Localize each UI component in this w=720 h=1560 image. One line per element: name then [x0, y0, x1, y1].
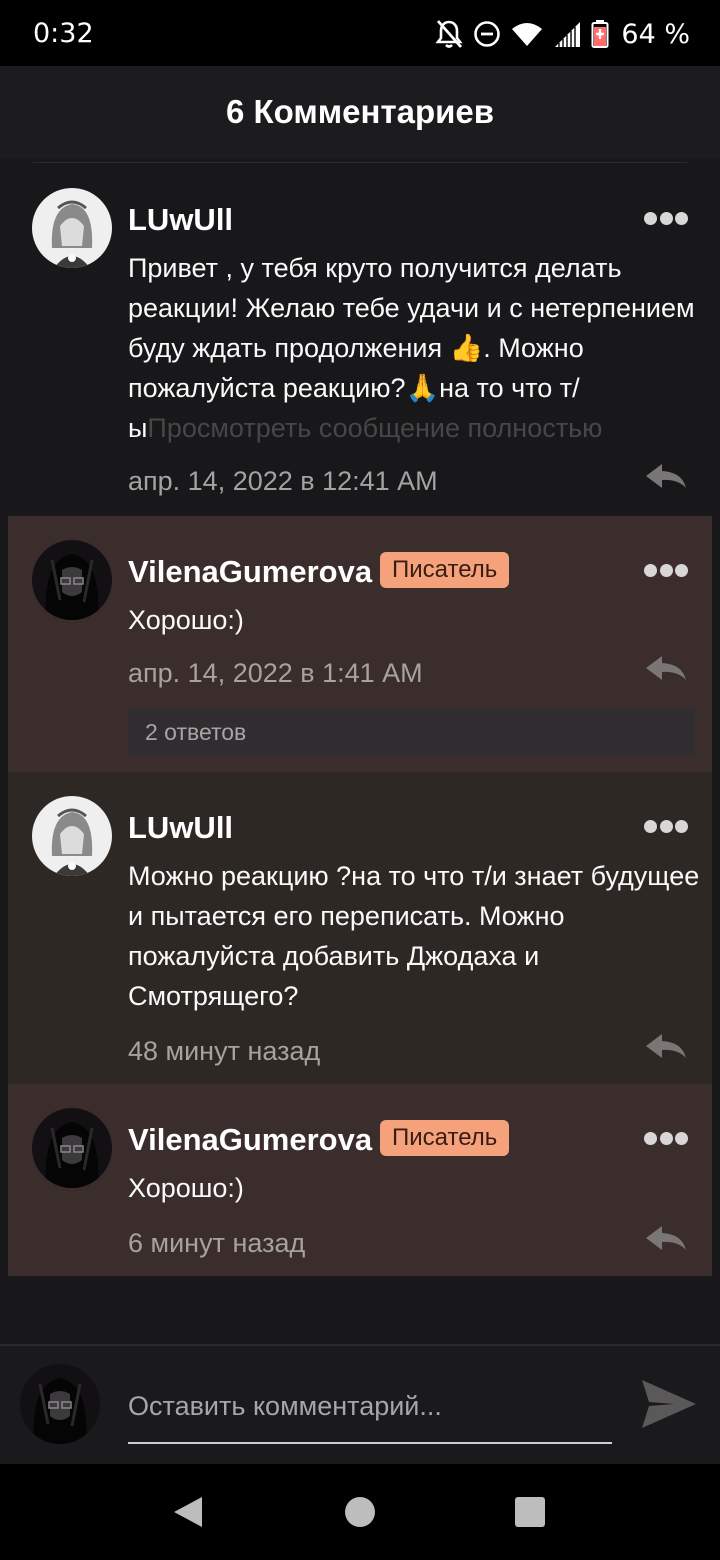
my-avatar: [20, 1364, 100, 1444]
avatar[interactable]: [32, 188, 112, 268]
avatar[interactable]: [32, 1108, 112, 1188]
battery-percentage: 64 %: [621, 18, 690, 50]
comment-item: LUwUll Можно реакцию ?на то что т/и знае…: [8, 772, 712, 1084]
status-time: 0:32: [33, 18, 94, 49]
wifi-icon: [512, 23, 543, 46]
comment-time: апр. 14, 2022 в 1:41 AM: [128, 658, 423, 688]
username[interactable]: LUwUll: [128, 202, 233, 238]
do-not-disturb-icon: [474, 21, 501, 47]
recents-icon[interactable]: [515, 1497, 545, 1527]
avatar[interactable]: [32, 796, 112, 876]
comment-text: Хорошо:): [128, 605, 244, 635]
reply-icon[interactable]: [644, 654, 688, 682]
comment-text: Хорошо:): [128, 1173, 244, 1203]
more-icon[interactable]: [644, 562, 688, 578]
battery-icon: [591, 20, 609, 48]
reply-icon[interactable]: [644, 1224, 688, 1252]
avatar[interactable]: [32, 540, 112, 620]
header-divider: [33, 162, 687, 163]
signal-icon: [555, 22, 581, 47]
comment-item: VilenaGumerova Писатель Хорошо:) апр. 14…: [8, 516, 712, 772]
more-icon[interactable]: [644, 818, 688, 834]
see-more-link[interactable]: Просмотреть сообщение полностью: [147, 413, 602, 443]
comments-header: 6 Комментариев: [0, 66, 720, 158]
comment-text: Можно реакцию ?на то что т/и знает будущ…: [128, 861, 700, 1011]
reply-icon[interactable]: [644, 462, 688, 490]
comment-input[interactable]: [128, 1380, 612, 1444]
comment-text: Привет , у тебя круто получится делать р…: [128, 248, 708, 448]
writer-badge: Писатель: [380, 552, 510, 588]
username[interactable]: VilenaGumerova: [128, 1122, 372, 1158]
send-icon[interactable]: [640, 1378, 698, 1430]
comment-time: 6 минут назад: [128, 1228, 306, 1258]
more-icon[interactable]: [644, 1130, 688, 1146]
back-icon[interactable]: [172, 1495, 204, 1529]
page-title: 6 Комментариев: [225, 93, 495, 130]
writer-badge: Писатель: [380, 1120, 510, 1156]
status-icons: 64 %: [435, 14, 690, 54]
more-icon[interactable]: [644, 210, 688, 226]
reply-icon[interactable]: [644, 1032, 688, 1060]
comment-item: LUwUll Привет , у тебя круто получится д…: [8, 164, 712, 516]
username[interactable]: LUwUll: [128, 810, 233, 846]
notifications-off-icon: [435, 20, 463, 48]
status-bar: 0:32 64 %: [0, 0, 720, 66]
comment-time: апр. 14, 2022 в 12:41 AM: [128, 466, 438, 496]
comment-item: VilenaGumerova Писатель Хорошо:) 6 минут…: [8, 1084, 712, 1276]
comment-time: 48 минут назад: [128, 1036, 321, 1066]
username[interactable]: VilenaGumerova: [128, 554, 372, 590]
home-icon[interactable]: [345, 1497, 375, 1527]
replies-button[interactable]: 2 ответов: [128, 708, 695, 756]
